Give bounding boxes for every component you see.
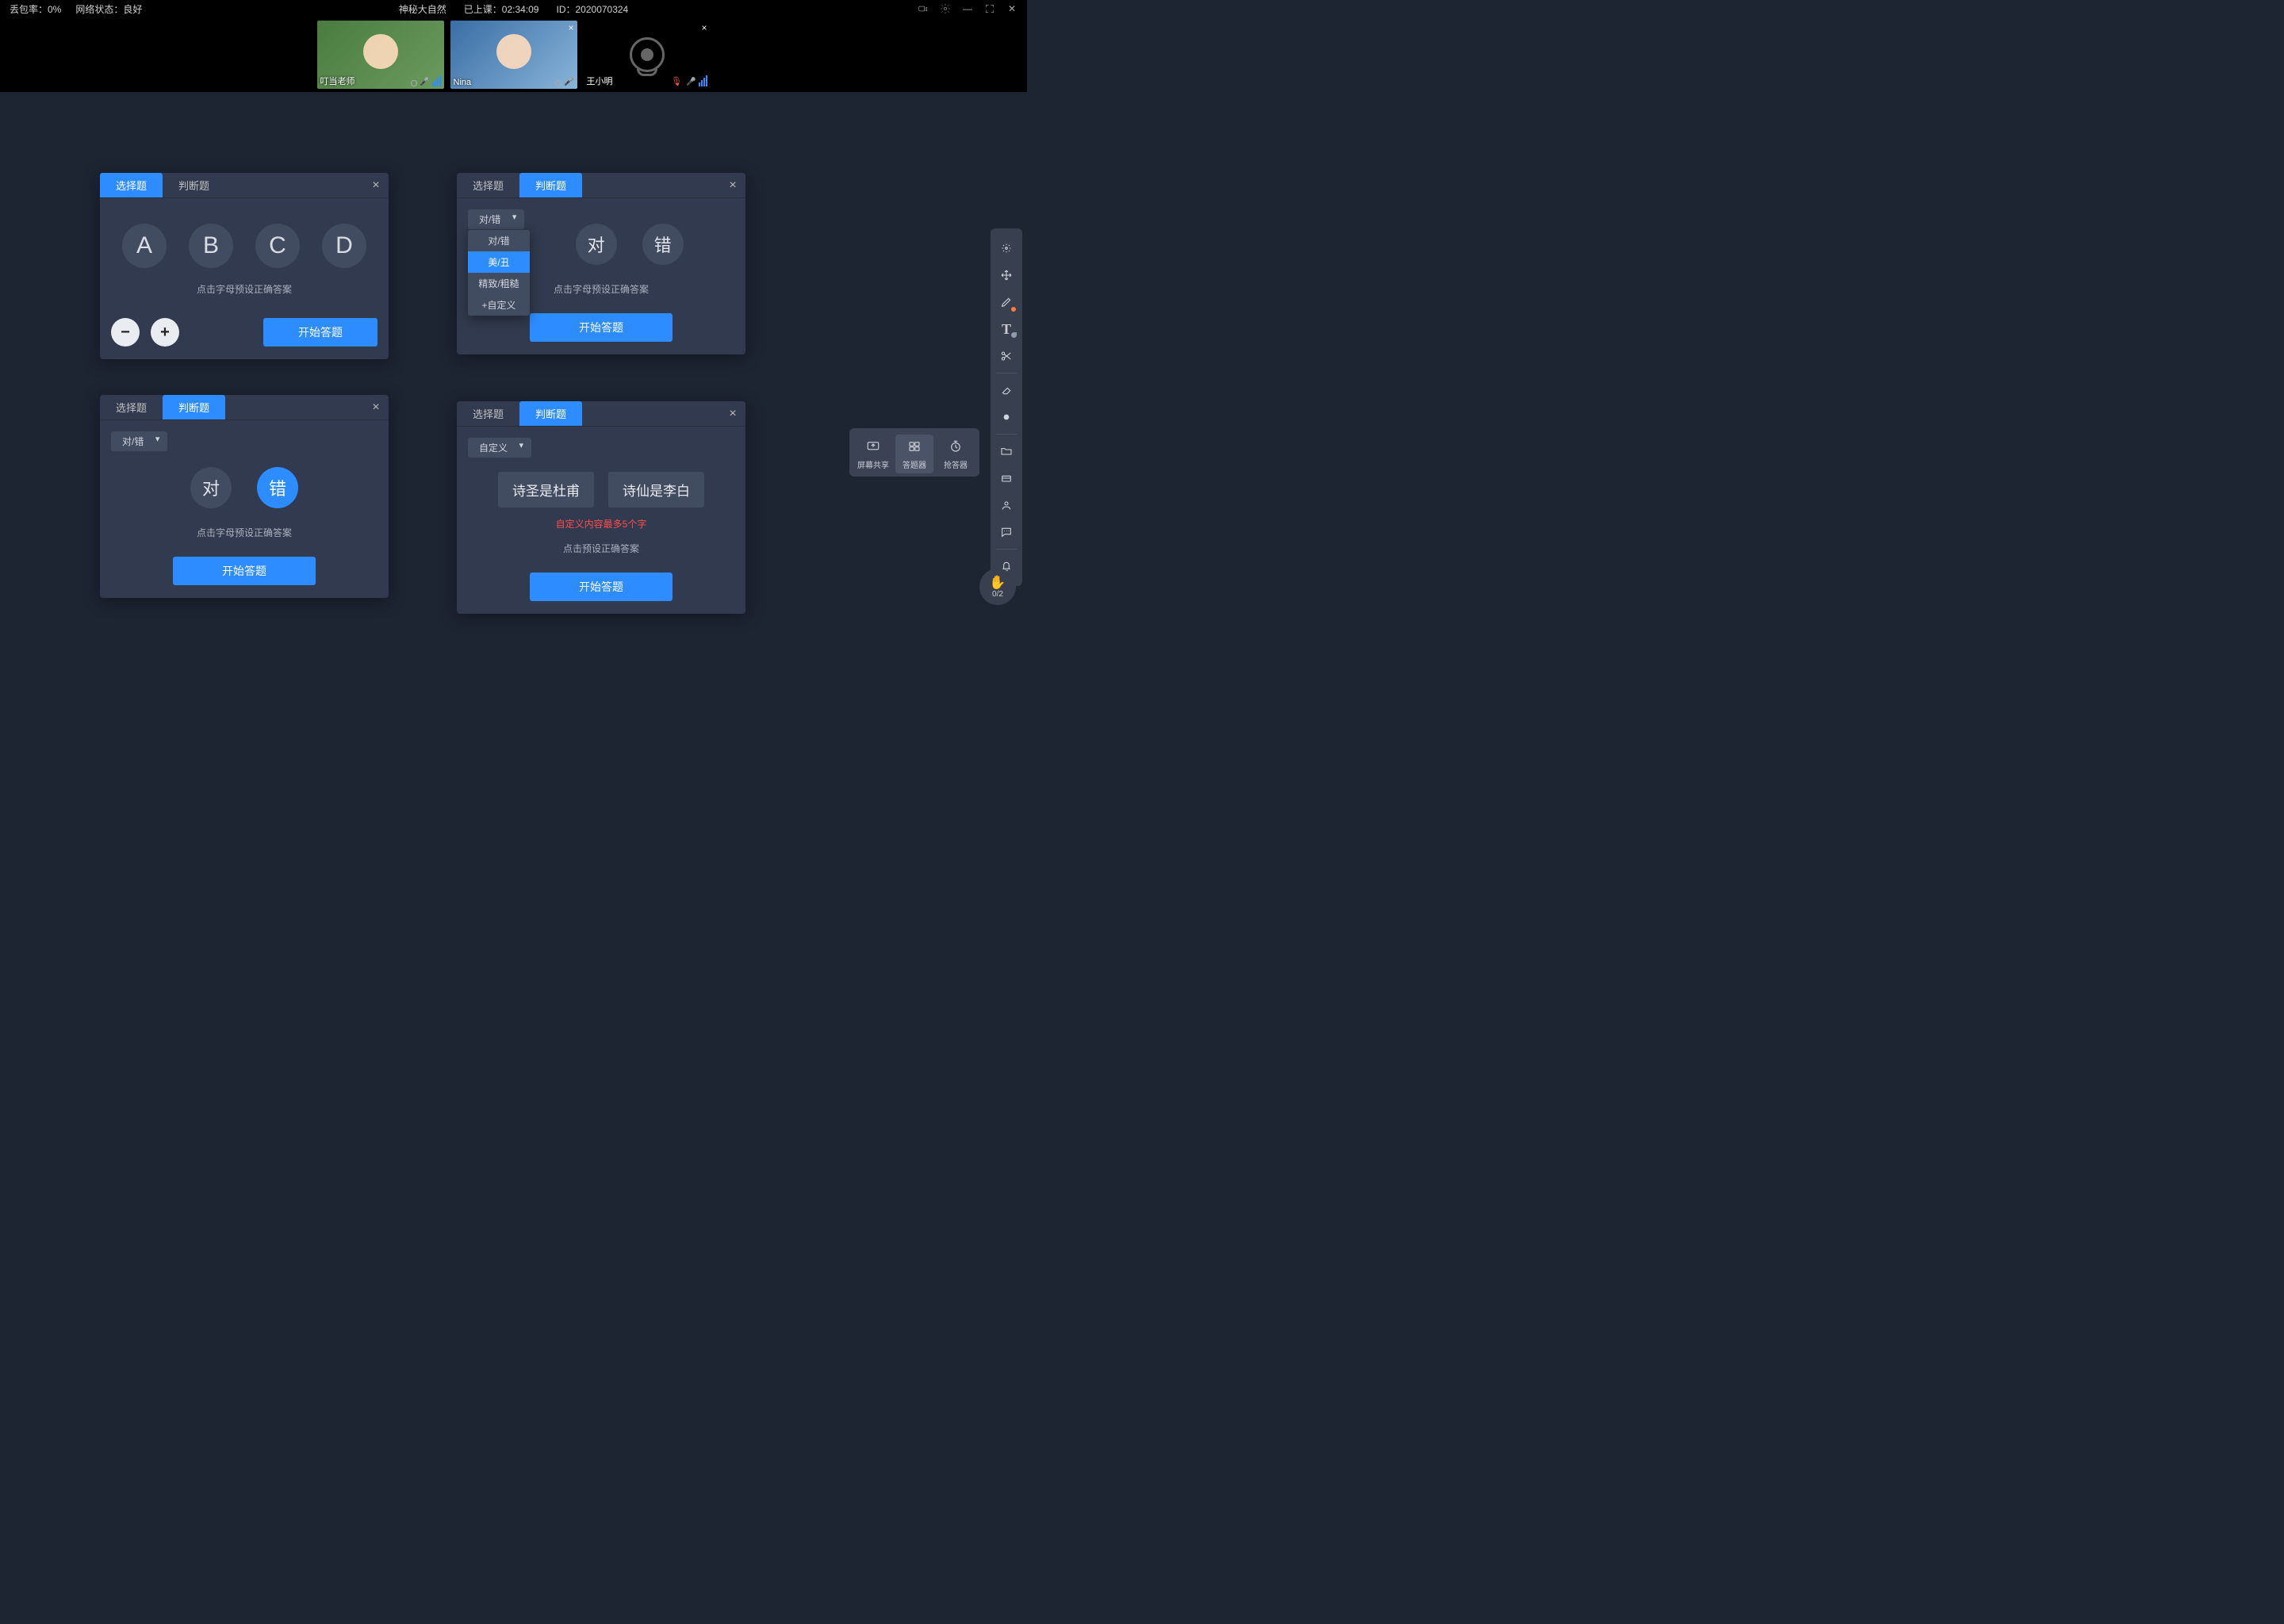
option-true[interactable]: 对 xyxy=(576,224,617,265)
video-tile-host[interactable]: 叮当老师 🎤 xyxy=(317,21,444,89)
dropdown-item[interactable]: 对/错 xyxy=(468,230,530,251)
audio-indicator: 🎙🎤 xyxy=(671,75,707,86)
hand-icon: ✋ xyxy=(989,576,1006,589)
start-button[interactable]: 开始答题 xyxy=(263,318,377,347)
close-icon[interactable]: × xyxy=(568,22,573,33)
tab-true-false[interactable]: 判断题 xyxy=(163,395,225,419)
video-strip: 叮当老师 🎤 × Nina 🎤 × 王小明 🎙🎤 xyxy=(0,17,1027,92)
text-icon[interactable]: T xyxy=(994,316,1019,342)
option-b[interactable]: B xyxy=(189,224,233,268)
tab-choice[interactable]: 选择题 xyxy=(457,173,519,197)
tab-choice[interactable]: 选择题 xyxy=(100,395,163,419)
race-answer-button[interactable]: 抢答器 xyxy=(937,435,975,473)
folder-icon[interactable] xyxy=(994,439,1019,464)
elapsed-time: 已上课：02:34:09 xyxy=(464,2,539,16)
close-icon[interactable]: × xyxy=(363,178,389,193)
answer-tool-button[interactable]: 答题器 xyxy=(895,435,933,473)
option-false[interactable]: 错 xyxy=(257,467,298,508)
video-name: 王小明 xyxy=(587,75,613,87)
tab-choice[interactable]: 选择题 xyxy=(457,401,519,426)
hint-text: 点击字母预设正确答案 xyxy=(111,526,377,539)
tab-true-false[interactable]: 判断题 xyxy=(519,173,582,197)
video-name: Nina xyxy=(454,78,472,87)
hint-text: 点击字母预设正确答案 xyxy=(111,282,377,296)
hint-text: 点击预设正确答案 xyxy=(468,542,734,555)
option-false[interactable]: 错 xyxy=(642,224,684,265)
close-icon[interactable]: × xyxy=(720,178,745,193)
option-a[interactable]: A xyxy=(122,224,167,268)
hand-raise-button[interactable]: ✋ 0/2 xyxy=(979,569,1016,605)
start-button[interactable]: 开始答题 xyxy=(530,573,673,601)
start-button[interactable]: 开始答题 xyxy=(530,313,673,342)
camera-icon[interactable] xyxy=(918,3,929,14)
type-dropdown[interactable]: 自定义 xyxy=(468,438,531,458)
dropdown-item[interactable]: 美/丑 xyxy=(468,251,530,273)
panel-custom: 选择题 判断题 × 自定义 诗圣是杜甫 诗仙是李白 自定义内容最多5个字 点击预… xyxy=(457,401,745,614)
chat-icon[interactable] xyxy=(994,519,1019,545)
network-status: 网络状态：良好 xyxy=(75,2,142,16)
tab-true-false[interactable]: 判断题 xyxy=(519,401,582,426)
video-tile-student-1[interactable]: × Nina 🎤 xyxy=(450,21,577,89)
minimize-icon[interactable]: — xyxy=(962,3,973,14)
custom-option-2[interactable]: 诗仙是李白 xyxy=(608,472,704,508)
minus-button[interactable]: − xyxy=(111,318,140,347)
audio-indicator: 🎤 xyxy=(555,78,573,86)
label: 屏幕共享 xyxy=(857,458,889,470)
right-toolbar: T xyxy=(991,228,1022,586)
option-c[interactable]: C xyxy=(255,224,300,268)
settings-icon[interactable] xyxy=(940,3,951,14)
color-picker-icon[interactable] xyxy=(994,404,1019,430)
course-title: 神秘大自然 xyxy=(399,2,446,16)
close-icon[interactable]: × xyxy=(701,22,707,33)
option-true[interactable]: 对 xyxy=(190,467,232,508)
packet-loss: 丢包率：0% xyxy=(10,2,61,16)
type-dropdown[interactable]: 对/错 xyxy=(111,431,167,451)
eraser-icon[interactable] xyxy=(994,377,1019,403)
camera-off-icon xyxy=(630,37,665,72)
quick-actions-popup: 屏幕共享 答题器 抢答器 xyxy=(849,428,979,477)
label: 抢答器 xyxy=(944,458,968,470)
video-tile-student-2[interactable]: × 王小明 🎙🎤 xyxy=(584,21,711,89)
users-icon[interactable] xyxy=(994,492,1019,518)
dropdown-button[interactable]: 对/错 xyxy=(111,431,167,451)
warning-text: 自定义内容最多5个字 xyxy=(468,517,734,530)
custom-option-1[interactable]: 诗圣是杜甫 xyxy=(498,472,594,508)
video-name: 叮当老师 xyxy=(320,75,355,87)
panel-true-false-dropdown: 选择题 判断题 × 对/错 对/错 美/丑 精致/粗糙 +自定义 对 错 点击字… xyxy=(457,173,745,354)
session-id: ID：2020070324 xyxy=(556,2,628,16)
move-icon[interactable] xyxy=(994,262,1019,288)
dropdown-button[interactable]: 自定义 xyxy=(468,438,531,458)
panel-true-false-selected: 选择题 判断题 × 对/错 对 错 点击字母预设正确答案 开始答题 xyxy=(100,395,389,598)
screen-share-button[interactable]: 屏幕共享 xyxy=(854,435,892,473)
close-icon[interactable]: × xyxy=(720,407,745,421)
label: 答题器 xyxy=(902,458,926,470)
apps-icon[interactable] xyxy=(994,465,1019,491)
scissors-icon[interactable] xyxy=(994,343,1019,369)
tab-choice[interactable]: 选择题 xyxy=(100,173,163,197)
panel-multiple-choice: 选择题 判断题 × A B C D 点击字母预设正确答案 − + 开始答题 xyxy=(100,173,389,359)
pen-icon[interactable] xyxy=(994,289,1019,315)
dropdown-item[interactable]: 精致/粗糙 xyxy=(468,273,530,294)
tab-true-false[interactable]: 判断题 xyxy=(163,173,225,197)
close-icon[interactable]: × xyxy=(363,400,389,415)
plus-button[interactable]: + xyxy=(151,318,179,347)
option-d[interactable]: D xyxy=(322,224,366,268)
dropdown-item[interactable]: +自定义 xyxy=(468,294,530,316)
start-button[interactable]: 开始答题 xyxy=(173,557,316,585)
title-bar: 丢包率：0% 网络状态：良好 神秘大自然 已上课：02:34:09 ID：202… xyxy=(0,0,1027,17)
type-dropdown[interactable]: 对/错 对/错 美/丑 精致/粗糙 +自定义 xyxy=(468,209,524,229)
fullscreen-icon[interactable] xyxy=(984,3,995,14)
laser-pointer-icon[interactable] xyxy=(994,236,1019,261)
dropdown-button[interactable]: 对/错 xyxy=(468,209,524,229)
close-window-icon[interactable]: ✕ xyxy=(1006,3,1017,14)
dropdown-menu: 对/错 美/丑 精致/粗糙 +自定义 xyxy=(468,230,530,316)
hand-count: 0/2 xyxy=(992,590,1003,599)
audio-indicator: 🎤 xyxy=(411,75,440,86)
